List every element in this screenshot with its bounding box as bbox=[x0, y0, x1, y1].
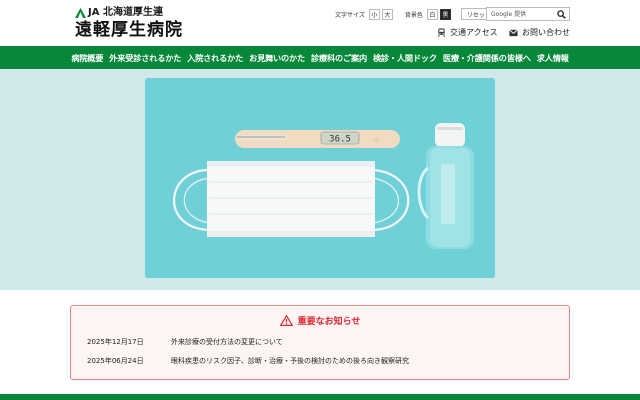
search-icon[interactable] bbox=[555, 8, 567, 20]
mail-icon bbox=[509, 29, 518, 36]
bg-black-button[interactable]: 黒 bbox=[439, 8, 451, 20]
bg-white-button[interactable]: 白 bbox=[426, 8, 438, 20]
bg-color-label: 背景色 bbox=[404, 11, 423, 19]
thermometer-reading: 36.5 bbox=[329, 135, 351, 145]
hero-illustration: 36.5 bbox=[173, 123, 474, 249]
nav-item-departments[interactable]: 診療科のご案内 bbox=[308, 52, 370, 64]
contact-link[interactable]: お問い合わせ bbox=[509, 27, 570, 38]
nav-item-visitors[interactable]: お見舞いのかた bbox=[246, 52, 308, 64]
contact-label: お問い合わせ bbox=[522, 28, 570, 37]
notice-date: 2025年06月24日 bbox=[87, 357, 144, 365]
footer-strip bbox=[0, 394, 640, 400]
site-logo[interactable]: JA 北海道厚生連 遠軽厚生病院 bbox=[75, 7, 183, 40]
notice-date: 2025年12月17日 bbox=[87, 338, 144, 346]
warning-icon bbox=[279, 315, 293, 326]
font-large-button[interactable]: 大 bbox=[381, 8, 393, 20]
ja-mark-icon bbox=[75, 8, 86, 18]
font-small-button[interactable]: 小 bbox=[368, 8, 380, 20]
global-nav: 病院概要 外来受診されるかた 入院されるかた お見舞いのかた 診療科のご案内 検… bbox=[0, 46, 640, 69]
thermometer-illustration: 36.5 bbox=[235, 130, 400, 148]
org-label: JA 北海道厚生連 bbox=[88, 7, 163, 18]
notice-title[interactable]: 外来診療の受付方法の変更について bbox=[171, 337, 283, 347]
train-icon bbox=[437, 28, 446, 37]
nav-item-recruit[interactable]: 求人情報 bbox=[534, 52, 572, 64]
site-header: JA 北海道厚生連 遠軽厚生病院 文字サイズ 小 大 背景色 白 黒 リセット … bbox=[0, 0, 640, 46]
hero-image: 36.5 bbox=[145, 78, 495, 278]
access-link[interactable]: 交通アクセス bbox=[437, 27, 498, 38]
nav-item-professionals[interactable]: 医療・介護関係の皆様へ bbox=[440, 52, 534, 64]
site-search bbox=[486, 7, 570, 21]
notice-item[interactable]: 2025年06月24日 眼科疾患のリスク因子、診断・治療・予後の検討のための後ろ… bbox=[87, 356, 409, 366]
nav-item-inpatient[interactable]: 入院されるかた bbox=[184, 52, 246, 64]
hospital-name: 遠軽厚生病院 bbox=[75, 20, 183, 40]
accessibility-tools: 文字サイズ 小 大 背景色 白 黒 リセット bbox=[335, 8, 497, 20]
hero-section: 36.5 bbox=[0, 69, 640, 290]
sanitizer-illustration bbox=[417, 123, 474, 249]
notice-item[interactable]: 2025年12月17日 外来診療の受付方法の変更について bbox=[87, 337, 283, 347]
notice-title[interactable]: 眼科疾患のリスク因子、診断・治療・予後の検討のための後ろ向き観察研究 bbox=[171, 356, 409, 366]
access-label: 交通アクセス bbox=[450, 28, 498, 37]
important-notice-box: 重要なお知らせ 2025年12月17日 外来診療の受付方法の変更について 202… bbox=[70, 305, 570, 380]
notice-heading: 重要なお知らせ bbox=[297, 317, 361, 327]
nav-item-about[interactable]: 病院概要 bbox=[68, 52, 106, 64]
mask-illustration bbox=[207, 161, 375, 237]
nav-item-outpatient[interactable]: 外来受診されるかた bbox=[106, 52, 184, 64]
search-input[interactable] bbox=[487, 8, 555, 20]
font-size-label: 文字サイズ bbox=[335, 11, 365, 19]
nav-item-checkup[interactable]: 検診・人間ドック bbox=[370, 52, 440, 64]
important-notice-section: 重要なお知らせ 2025年12月17日 外来診療の受付方法の変更について 202… bbox=[0, 290, 640, 394]
